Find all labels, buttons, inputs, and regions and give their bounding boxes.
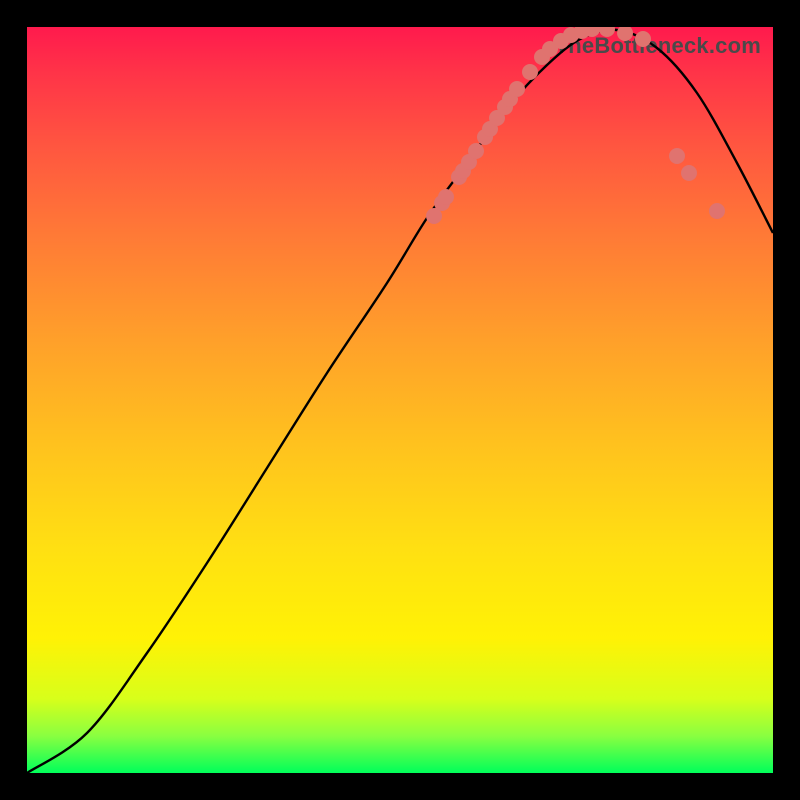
data-point-marker xyxy=(669,148,685,164)
data-point-marker xyxy=(709,203,725,219)
data-point-marker xyxy=(599,27,615,37)
data-point-marker xyxy=(635,31,651,47)
data-point-marker xyxy=(617,27,633,41)
data-point-marker xyxy=(509,81,525,97)
data-point-marker xyxy=(438,189,454,205)
bottleneck-curve-svg xyxy=(27,27,773,773)
curve-layer xyxy=(27,30,773,773)
bottleneck-curve xyxy=(27,30,773,773)
chart-plot-area: TheBottleneck.com xyxy=(27,27,773,773)
data-point-marker xyxy=(681,165,697,181)
data-point-marker xyxy=(522,64,538,80)
data-point-marker xyxy=(468,143,484,159)
marker-layer xyxy=(426,27,725,224)
